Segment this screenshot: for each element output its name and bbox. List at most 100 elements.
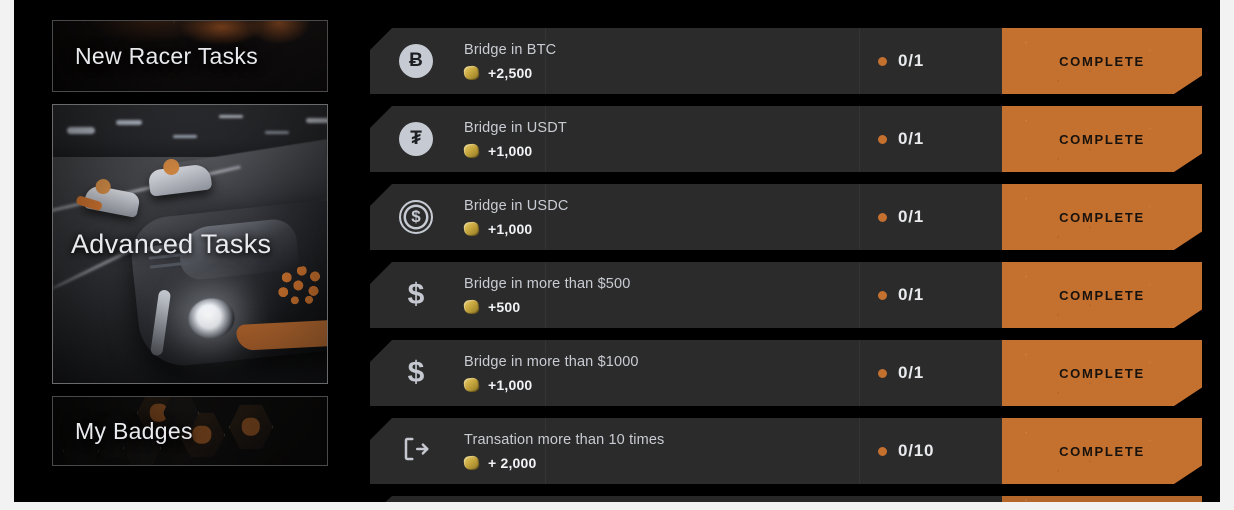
task-row [370,496,1202,502]
complete-button[interactable]: COMPLETE [1002,184,1202,250]
task-reward: +2,500 [464,65,870,81]
progress-dot-icon [878,447,887,456]
task-text: Bridge in more than $500 +500 [462,276,870,315]
complete-button[interactable] [1002,496,1202,502]
task-icon: $ [370,200,462,234]
progress-dot-icon [878,57,887,66]
gold-nugget-icon [463,455,479,470]
task-reward-amount: +2,500 [488,65,532,81]
task-reward-amount: +500 [488,299,520,315]
row-divider [545,184,546,250]
row-divider [545,340,546,406]
task-row: $ Bridge in more than $1000 +1,000 0/1 COMPL… [370,340,1202,406]
complete-button-label: COMPLETE [1059,366,1145,381]
task-progress: 0/1 [870,129,1002,149]
sidebar-item-label: Advanced Tasks [53,229,271,260]
complete-button[interactable]: COMPLETE [1002,340,1202,406]
task-row: $ Bridge in USDC+1,000 0/1 COMPLETE [370,184,1202,250]
task-reward-amount: +1,000 [488,143,532,159]
task-progress: 0/1 [870,285,1002,305]
row-divider [545,28,546,94]
dollar-sign-icon: $ [408,280,425,310]
sidebar: New Racer Tasks [52,20,328,490]
gold-nugget-icon [463,299,479,314]
task-row: ₮ Bridge in USDT+1,000 0/1 COMPLETE [370,106,1202,172]
app-root: New Racer Tasks [0,0,1234,510]
task-progress: 0/1 [870,363,1002,383]
row-divider [545,262,546,328]
task-row: Transation more than 10 times + 2,000 0/10… [370,418,1202,484]
complete-button-label: COMPLETE [1059,54,1145,69]
row-divider [859,28,860,94]
task-title: Bridge in more than $500 [464,276,870,292]
task-text: Bridge in more than $1000 +1,000 [462,354,870,393]
task-icon: $ [370,280,462,310]
task-row-body [370,496,1002,502]
row-divider [545,418,546,484]
task-reward: + 2,000 [464,455,870,471]
gold-nugget-icon [463,221,479,236]
task-row-body: $ Bridge in USDC+1,000 0/1 [370,184,1002,250]
complete-button[interactable]: COMPLETE [1002,418,1202,484]
task-list: ɃBridge in BTC +2,500 0/1 COMPLETE ₮ Bridge i… [370,28,1202,502]
task-reward: +1,000 [464,377,870,393]
task-progress-text: 0/1 [898,285,924,305]
button-texture [1002,496,1202,502]
dollar-sign-icon: $ [408,358,425,388]
progress-dot-icon [878,135,887,144]
tasks-page: New Racer Tasks [14,0,1220,502]
task-reward: +500 [464,299,870,315]
task-row-body: Transation more than 10 times + 2,000 0/10 [370,418,1002,484]
task-row-body: $ Bridge in more than $500 +500 0/1 [370,262,1002,328]
row-divider [859,340,860,406]
row-divider [859,106,860,172]
sidebar-item-advanced-tasks[interactable]: Advanced Tasks [52,104,328,384]
row-divider [545,106,546,172]
sidebar-item-my-badges[interactable]: My Badges [52,396,328,466]
task-row: ɃBridge in BTC +2,500 0/1 COMPLETE [370,28,1202,94]
task-progress: 0/10 [870,441,1002,461]
row-divider [859,262,860,328]
task-row-body: ₮ Bridge in USDT+1,000 0/1 [370,106,1002,172]
gold-nugget-icon [463,65,479,80]
complete-button[interactable]: COMPLETE [1002,28,1202,94]
transaction-exit-arrow-icon [401,434,431,469]
complete-button-label: COMPLETE [1059,210,1145,225]
task-reward-amount: + 2,000 [488,455,537,471]
task-reward: +1,000 [464,221,870,237]
sidebar-item-new-racer-tasks[interactable]: New Racer Tasks [52,20,328,92]
task-title: Transation more than 10 times [464,432,870,448]
task-text: Bridge in BTC +2,500 [462,42,870,81]
complete-button-label: COMPLETE [1059,444,1145,459]
gold-nugget-icon [463,143,479,158]
task-progress-text: 0/10 [898,441,934,461]
task-text: Transation more than 10 times + 2,000 [462,432,870,471]
tether-coin-icon: ₮ [399,122,433,156]
task-progress-text: 0/1 [898,51,924,71]
task-progress: 0/1 [870,51,1002,71]
task-row-body: $ Bridge in more than $1000 +1,000 0/1 [370,340,1002,406]
task-reward: +1,000 [464,143,870,159]
task-reward-amount: +1,000 [488,377,532,393]
task-reward-amount: +1,000 [488,221,532,237]
task-icon: ₮ [370,122,462,156]
task-progress: 0/1 [870,207,1002,227]
complete-button[interactable]: COMPLETE [1002,106,1202,172]
task-icon: Ƀ [370,44,462,78]
task-progress-text: 0/1 [898,363,924,383]
task-text: Bridge in USDT+1,000 [462,120,870,159]
task-icon [370,434,462,469]
task-title: Bridge in more than $1000 [464,354,870,370]
task-progress-text: 0/1 [898,207,924,227]
complete-button-label: COMPLETE [1059,132,1145,147]
progress-dot-icon [878,213,887,222]
task-progress-text: 0/1 [898,129,924,149]
sidebar-item-label: My Badges [53,418,193,445]
usdc-coin-icon: $ [399,200,433,234]
task-icon: $ [370,358,462,388]
gold-nugget-icon [463,377,479,392]
task-row: $ Bridge in more than $500 +500 0/1 COMPLETE [370,262,1202,328]
complete-button[interactable]: COMPLETE [1002,262,1202,328]
task-text: Bridge in USDC+1,000 [462,198,870,237]
task-title: Bridge in BTC [464,42,870,58]
